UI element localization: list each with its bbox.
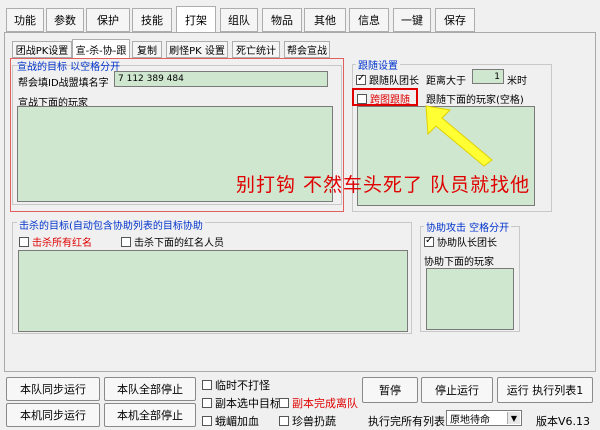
assist-players-label: 协助下面的玩家 [424, 257, 494, 268]
subtab-declare-kill-assist-follow[interactable]: 宣-杀-协-跟 [72, 39, 130, 59]
tab-protect[interactable]: 保护 [86, 8, 130, 32]
tab-other[interactable]: 其他 [304, 8, 346, 32]
tab-save[interactable]: 保存 [435, 8, 475, 32]
subtab-guild-war[interactable]: 帮会宣战 [284, 41, 330, 58]
chevron-down-icon[interactable]: ▼ [507, 412, 520, 424]
after-list-value: 原地待命 [450, 414, 490, 426]
follow-title: 跟随设置 [356, 57, 400, 72]
kill-all-red-label: 击杀所有红名 [32, 238, 92, 249]
tab-oneclick[interactable]: 一键 [393, 8, 431, 32]
follow-leader-label: 跟随队团长 [369, 76, 419, 87]
annotation-text: 别打钩 不然车头死了 队员就找他 [236, 174, 531, 196]
tab-params[interactable]: 参数 [46, 8, 84, 32]
kill-title: 击杀的目标(自动包含协助列表的目标协助 [17, 217, 205, 232]
after-list-select[interactable]: 原地待命 ▼ [446, 410, 522, 426]
dungeon-done-label: 副本完成离队 [292, 397, 358, 410]
pause-button[interactable]: 暂停 [362, 377, 418, 403]
subtab-team-pk[interactable]: 团战PK设置 [12, 41, 72, 58]
tab-skills[interactable]: 技能 [132, 8, 172, 32]
kill-listed-red-label: 击杀下面的红名人员 [134, 238, 224, 249]
team-sync-run-button[interactable]: 本队同步运行 [6, 377, 100, 401]
subtab-death-stats[interactable]: 死亡统计 [232, 41, 280, 58]
cross-map-label: 跨图跟随 [370, 95, 410, 106]
assist-leader-checkbox[interactable]: 协助队长团长 [424, 234, 497, 249]
dungeon-select-label: 副本选中目标 [215, 397, 281, 410]
tab-fight[interactable]: 打架 [176, 6, 216, 32]
dungeon-done-checkbox[interactable]: 副本完成离队 [279, 395, 358, 411]
checkbox-icon[interactable] [202, 380, 212, 390]
tab-info[interactable]: 信息 [349, 8, 389, 32]
checkbox-icon[interactable] [202, 398, 212, 408]
rare-beast-checkbox[interactable]: 珍兽扔蔬 [279, 413, 336, 429]
checkbox-icon[interactable] [279, 416, 289, 426]
tab-function[interactable]: 功能 [6, 8, 44, 32]
assist-leader-label: 协助队长团长 [437, 238, 497, 249]
no-fight-label: 临时不打怪 [215, 379, 270, 392]
kill-all-red-checkbox[interactable]: 击杀所有红名 [19, 234, 92, 249]
kill-listed-red-checkbox[interactable]: 击杀下面的红名人员 [121, 234, 224, 249]
checkbox-icon[interactable] [202, 416, 212, 426]
checkbox-icon[interactable] [357, 94, 367, 104]
declare-title: 宣战的目标 以空格分开 [17, 62, 121, 73]
checkbox-checked-icon[interactable] [424, 235, 434, 247]
checkbox-checked-icon[interactable] [356, 73, 366, 85]
no-fight-checkbox[interactable]: 临时不打怪 [202, 377, 270, 393]
subtab-mob-pk[interactable]: 刷怪PK 设置 [166, 41, 228, 58]
gecko-boost-label: 蛾嵋加血 [215, 415, 259, 428]
gecko-boost-checkbox[interactable]: 蛾嵋加血 [202, 413, 259, 429]
follow-distance-input[interactable]: 1 [472, 69, 504, 84]
kill-players-list[interactable] [18, 250, 408, 332]
tab-team[interactable]: 组队 [220, 8, 258, 32]
rare-beast-label: 珍兽扔蔬 [292, 415, 336, 428]
local-sync-run-button[interactable]: 本机同步运行 [6, 403, 100, 427]
version-label: 版本V6.13 [536, 415, 591, 428]
team-stop-all-button[interactable]: 本队全部停止 [104, 377, 196, 401]
checkbox-icon[interactable] [121, 237, 131, 247]
dungeon-select-checkbox[interactable]: 副本选中目标 [202, 395, 281, 411]
checkbox-icon[interactable] [19, 237, 29, 247]
cross-map-checkbox[interactable]: 跨图跟随 [357, 91, 410, 106]
declare-id-label: 帮会填ID战盟填名字 [18, 78, 109, 89]
run-list-button[interactable]: 运行 执行列表1 [497, 377, 593, 403]
local-stop-all-button[interactable]: 本机全部停止 [104, 403, 196, 427]
assist-players-list[interactable] [426, 268, 514, 330]
stop-run-button[interactable]: 停止运行 [421, 377, 493, 403]
annotation-arrow-icon [425, 105, 493, 167]
after-list-label: 执行完所有列表 [368, 415, 445, 428]
tab-items[interactable]: 物品 [262, 8, 302, 32]
follow-distance-label: 距离大于 [426, 76, 466, 87]
follow-distance-unit: 米时 [507, 76, 527, 87]
assist-title: 协助攻击 空格分开 [424, 219, 512, 234]
follow-leader-checkbox[interactable]: 跟随队团长 [356, 72, 419, 87]
subtab-copy[interactable]: 复制 [132, 41, 162, 58]
checkbox-icon[interactable] [279, 398, 289, 408]
declare-id-input[interactable]: 7 112 389 484 [114, 71, 328, 87]
